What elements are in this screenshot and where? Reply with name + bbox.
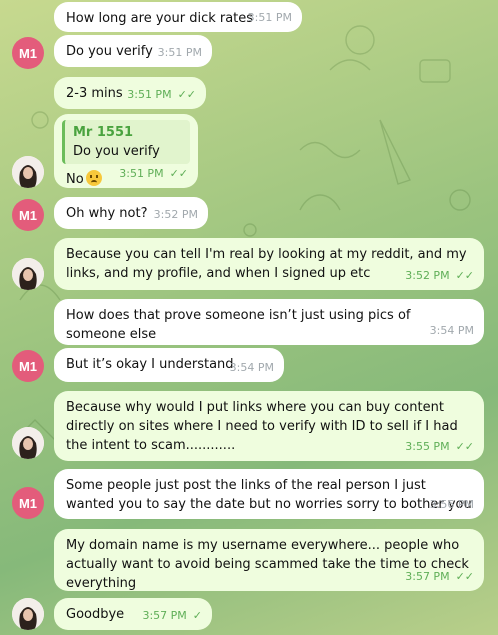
message-time: 3:54 PM bbox=[229, 361, 274, 374]
message-text: Do you verify bbox=[66, 44, 153, 59]
avatar-photo[interactable] bbox=[12, 427, 44, 459]
message-bubble[interactable]: Do you verify 3:51 PM bbox=[54, 35, 212, 67]
reply-quote[interactable]: Mr 1551 Do you verify bbox=[62, 120, 190, 164]
avatar-photo[interactable] bbox=[12, 258, 44, 290]
avatar-m1[interactable]: M1 bbox=[12, 350, 44, 382]
message-text: Oh why not? bbox=[66, 206, 148, 221]
message-text: But it’s okay I understand bbox=[66, 357, 234, 372]
message-bubble[interactable]: Mr 1551 Do you verify No 3:51 PM ✓✓ bbox=[54, 114, 198, 188]
avatar-m1[interactable]: M1 bbox=[12, 199, 44, 231]
message-time: 3:51 PM bbox=[247, 11, 292, 24]
message-time: 3:55 PM bbox=[405, 440, 450, 453]
message-time: 3:56 PM bbox=[429, 498, 474, 511]
reply-author: Mr 1551 bbox=[73, 125, 134, 140]
double-check-icon: ✓✓ bbox=[455, 570, 474, 583]
double-check-icon: ✓✓ bbox=[455, 440, 474, 453]
message-text: 2-3 mins bbox=[66, 86, 123, 101]
message-bubble[interactable]: Goodbye 3:57 PM ✓ bbox=[54, 598, 212, 630]
message-time: 3:52 PM bbox=[153, 208, 198, 221]
double-check-icon: ✓✓ bbox=[169, 167, 188, 180]
message-text: How does that prove someone isn’t just u… bbox=[66, 308, 411, 342]
avatar-m1[interactable]: M1 bbox=[12, 487, 44, 519]
profile-photo-icon bbox=[12, 598, 44, 630]
message-bubble[interactable]: How long are your dick rates 3:51 PM bbox=[54, 2, 302, 32]
message-text: How long are your dick rates bbox=[66, 11, 254, 26]
message-time: 3:57 PM bbox=[405, 570, 450, 583]
message-time: 3:52 PM bbox=[405, 269, 450, 282]
profile-photo-icon bbox=[12, 427, 44, 459]
message-time: 3:51 PM bbox=[157, 46, 202, 59]
avatar-photo[interactable] bbox=[12, 156, 44, 188]
message-time: 3:54 PM bbox=[429, 324, 474, 337]
double-check-icon: ✓✓ bbox=[455, 269, 474, 282]
message-text: Goodbye bbox=[66, 607, 125, 622]
message-bubble[interactable]: Some people just post the links of the r… bbox=[54, 469, 484, 519]
message-text: No bbox=[66, 172, 84, 187]
message-bubble[interactable]: Oh why not? 3:52 PM bbox=[54, 197, 208, 229]
message-bubble[interactable]: My domain name is my username everywhere… bbox=[54, 529, 484, 591]
message-bubble[interactable]: 2-3 mins 3:51 PM ✓✓ bbox=[54, 77, 206, 109]
reply-text: Do you verify bbox=[73, 144, 160, 159]
avatar-m1[interactable]: M1 bbox=[12, 37, 44, 69]
message-bubble[interactable]: But it’s okay I understand 3:54 PM bbox=[54, 348, 284, 382]
check-icon: ✓ bbox=[192, 609, 202, 622]
weary-face-emoji-icon bbox=[85, 170, 102, 186]
double-check-icon: ✓✓ bbox=[177, 88, 196, 101]
message-time: 3:51 PM bbox=[119, 167, 164, 180]
message-text: Because why would I put links where you … bbox=[66, 400, 458, 453]
profile-photo-icon bbox=[12, 156, 44, 188]
message-bubble[interactable]: Because why would I put links where you … bbox=[54, 391, 484, 461]
profile-photo-icon bbox=[12, 258, 44, 290]
message-text: Some people just post the links of the r… bbox=[66, 478, 472, 512]
avatar-photo[interactable] bbox=[12, 598, 44, 630]
message-time: 3:57 PM bbox=[142, 609, 187, 622]
message-bubble[interactable]: Because you can tell I'm real by looking… bbox=[54, 238, 484, 290]
message-time: 3:51 PM bbox=[127, 88, 172, 101]
message-bubble[interactable]: How does that prove someone isn’t just u… bbox=[54, 299, 484, 345]
